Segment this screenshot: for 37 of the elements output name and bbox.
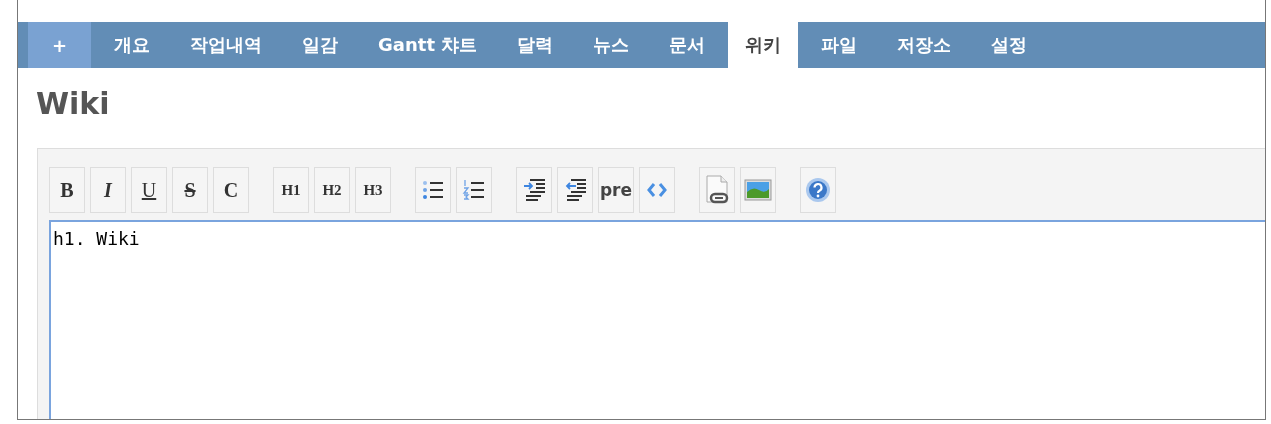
- numbered-list-button[interactable]: [456, 167, 492, 213]
- menu-tab[interactable]: 설정: [974, 22, 1045, 68]
- bold-button[interactable]: B: [49, 167, 85, 213]
- menu-tab[interactable]: 달력: [500, 22, 571, 68]
- strikethrough-button[interactable]: S: [172, 167, 208, 213]
- underline-button[interactable]: U: [131, 167, 167, 213]
- page-heading: Wiki: [36, 86, 111, 123]
- indent-button[interactable]: [516, 167, 552, 213]
- preformatted-button[interactable]: pre: [598, 167, 634, 213]
- image-icon: [744, 178, 772, 202]
- file-link-icon: [704, 175, 730, 205]
- bulleted-list-icon: [421, 178, 445, 202]
- menu-tab[interactable]: 파일: [804, 22, 875, 68]
- image-button[interactable]: [740, 167, 776, 213]
- bulleted-list-button[interactable]: [415, 167, 451, 213]
- menu-tab[interactable]: Gantt 챠트: [361, 22, 495, 68]
- menu-tab[interactable]: 문서: [652, 22, 723, 68]
- menu-tab[interactable]: 일감: [285, 22, 356, 68]
- italic-button[interactable]: I: [90, 167, 126, 213]
- file-link-button[interactable]: [699, 167, 735, 213]
- menu-tab[interactable]: 뉴스: [576, 22, 647, 68]
- help-button[interactable]: [800, 167, 836, 213]
- heading-button[interactable]: H2: [314, 167, 350, 213]
- inline-code-button[interactable]: C: [213, 167, 249, 213]
- wiki-text-field[interactable]: h1. Wiki: [49, 220, 1265, 419]
- heading-button[interactable]: H3: [355, 167, 391, 213]
- menu-tab[interactable]: 위키: [728, 22, 799, 68]
- menu-tab[interactable]: 작업내역: [173, 22, 280, 68]
- menu-tab[interactable]: 저장소: [880, 22, 969, 68]
- menu-tab[interactable]: 개요: [97, 22, 168, 68]
- outdent-icon: [563, 178, 587, 202]
- outdent-button[interactable]: [557, 167, 593, 213]
- heading-button[interactable]: H1: [273, 167, 309, 213]
- help-icon: [805, 177, 831, 203]
- indent-icon: [522, 178, 546, 202]
- numbered-list-icon: [462, 178, 486, 202]
- code-button[interactable]: [639, 167, 675, 213]
